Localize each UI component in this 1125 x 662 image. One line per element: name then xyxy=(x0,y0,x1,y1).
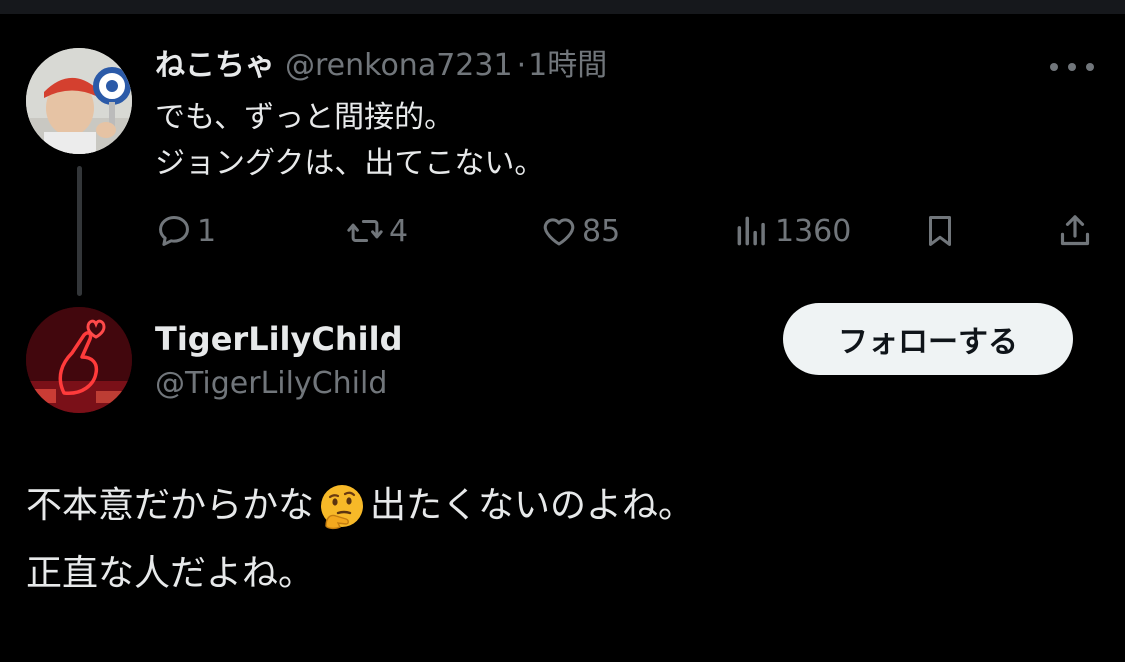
parent-handle[interactable]: @renkona7231 xyxy=(285,48,513,83)
thinking-face-emoji xyxy=(321,485,364,530)
retweet-button[interactable]: 4 xyxy=(345,208,408,254)
parent-body-line: ジョングクは、出てこない。 xyxy=(155,146,545,181)
like-button[interactable]: 85 xyxy=(540,208,620,254)
parent-timestamp[interactable]: 1時間 xyxy=(528,48,607,83)
views-button[interactable]: 1360 xyxy=(733,208,851,254)
share-icon xyxy=(1060,215,1090,246)
follow-button[interactable]: フォローする xyxy=(783,303,1073,375)
analytics-icon xyxy=(737,216,765,246)
main-handle[interactable]: @TigerLilyChild xyxy=(155,362,387,406)
thread-connector-line xyxy=(77,166,82,296)
bookmark-icon xyxy=(928,216,952,246)
reply-icon xyxy=(159,216,189,246)
parent-tweet-header: ねこちゃ @renkona7231·1時間 xyxy=(155,46,607,86)
top-status-strip xyxy=(0,0,1125,14)
dot xyxy=(1050,63,1058,71)
bookmark-button[interactable] xyxy=(921,208,959,254)
header-separator: · xyxy=(516,48,527,83)
dot xyxy=(1068,63,1076,71)
dot xyxy=(1086,63,1094,71)
more-options-icon[interactable] xyxy=(1050,52,1094,82)
main-body-line-2: 正直な人だよね。 xyxy=(26,553,315,594)
main-body-line-1: 不本意だからかな 出たくないのよね。 xyxy=(26,472,694,540)
parent-display-name[interactable]: ねこちゃ xyxy=(155,48,275,83)
parent-tweet-body: でも、ずっと間接的。 ジョングクは、出てこない。 xyxy=(155,95,544,187)
main-body-text-after-emoji: 出たくないのよね。 xyxy=(370,485,695,526)
reply-button[interactable]: 1 xyxy=(155,208,216,254)
retweet-icon xyxy=(347,219,383,243)
main-avatar[interactable] xyxy=(26,307,132,413)
parent-avatar[interactable] xyxy=(26,48,132,154)
parent-action-bar: 1 4 85 1360 xyxy=(155,208,1095,254)
main-tweet-body: 不本意だからかな 出たくないのよね。 正直な人だよね。 xyxy=(26,472,694,608)
retweet-count: 4 xyxy=(389,213,409,249)
parent-body-line: でも、ずっと間接的。 xyxy=(155,100,455,135)
main-body-text-before-emoji: 不本意だからかな xyxy=(26,485,315,526)
like-count: 85 xyxy=(582,213,621,249)
reply-count: 1 xyxy=(197,213,217,249)
share-button[interactable] xyxy=(1055,208,1095,254)
view-count: 1360 xyxy=(775,213,852,249)
heart-icon xyxy=(543,218,575,246)
main-display-name[interactable]: TigerLilyChild xyxy=(155,317,402,361)
